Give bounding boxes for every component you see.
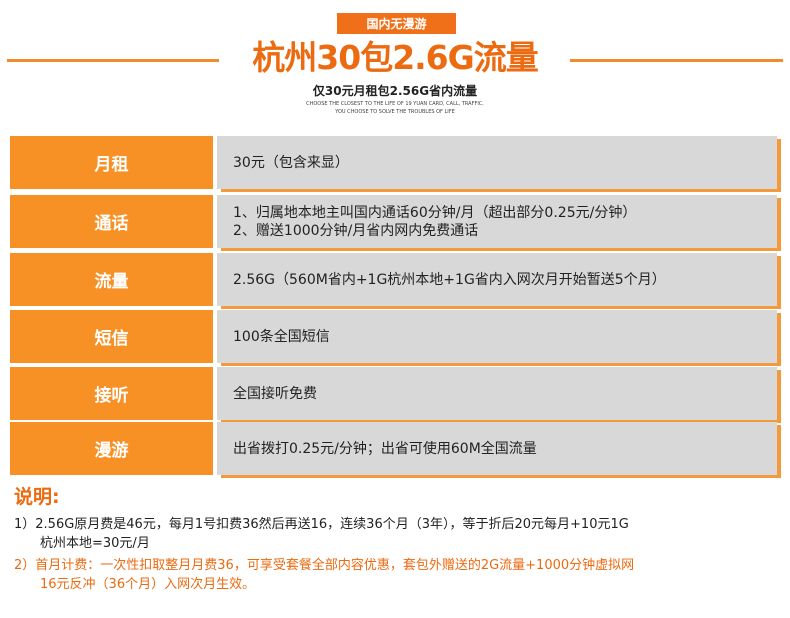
- page-title: 杭州30包2.6G流量: [252, 38, 538, 77]
- row-value: 30元（包含来显）: [217, 136, 777, 189]
- row-value: 2.56G（560M省内+1G杭州本地+1G省内入网次月开始暂送5个月）: [217, 253, 777, 306]
- note-1-line-1: 1）2.56G原月费是46元，每月1号扣费36然后再送16，连续36个月（3年）…: [14, 517, 629, 532]
- row-value: 1、归属地本地主叫国内通话60分钟/月（超出部分0.25元/分钟） 2、赠送10…: [217, 195, 777, 248]
- row-label: 月租: [10, 136, 213, 189]
- title-rule-left: [7, 59, 219, 62]
- row-label: 流量: [10, 253, 213, 306]
- row-value-line: 1、归属地本地主叫国内通话60分钟/月（超出部分0.25元/分钟）: [233, 204, 637, 221]
- row-label: 通话: [10, 195, 213, 248]
- notes-heading: 说明:: [14, 486, 60, 508]
- row-value-line: 30元（包含来显）: [233, 154, 349, 171]
- row-value-line: 2.56G（560M省内+1G杭州本地+1G省内入网次月开始暂送5个月）: [233, 271, 666, 288]
- page-subtitle: 仅30元月租包2.56G省内流量: [312, 84, 478, 98]
- row-value: 100条全国短信: [217, 310, 777, 363]
- row-label: 接听: [10, 367, 213, 420]
- row-value: 出省拨打0.25元/分钟；出省可使用60M全国流量: [217, 422, 777, 475]
- row-label: 短信: [10, 310, 213, 363]
- row-value-line: 全国接听免费: [233, 385, 317, 402]
- row-label: 漫游: [10, 422, 213, 475]
- badge-no-roaming: 国内无漫游: [337, 13, 456, 34]
- note-1-line-2: 杭州本地=30元/月: [40, 536, 150, 551]
- english-tagline-2: YOU CHOOSE TO SOLVE THE TROUBLES OF LIFE: [335, 109, 455, 115]
- row-value-line: 出省拨打0.25元/分钟；出省可使用60M全国流量: [233, 440, 537, 457]
- row-value-line: 2、赠送1000分钟/月省内网内免费通话: [233, 222, 479, 239]
- note-2-line-2: 16元反冲（36个月）入网次月生效。: [40, 577, 256, 592]
- row-value-line: 100条全国短信: [233, 328, 330, 345]
- title-rule-right: [570, 59, 783, 62]
- note-1: 1）2.56G原月费是46元，每月1号扣费36然后再送16，连续36个月（3年）…: [14, 515, 774, 553]
- note-2: 2）首月计费：一次性扣取整月月费36，可享受套餐全部内容优惠，套包外赠送的2G流…: [14, 556, 774, 594]
- row-value: 全国接听免费: [217, 367, 777, 420]
- english-tagline-1: CHOOSE THE CLOSEST TO THE LIFE OF 19 YUA…: [306, 101, 484, 107]
- note-2-line-1: 2）首月计费：一次性扣取整月月费36，可享受套餐全部内容优惠，套包外赠送的2G流…: [14, 558, 635, 573]
